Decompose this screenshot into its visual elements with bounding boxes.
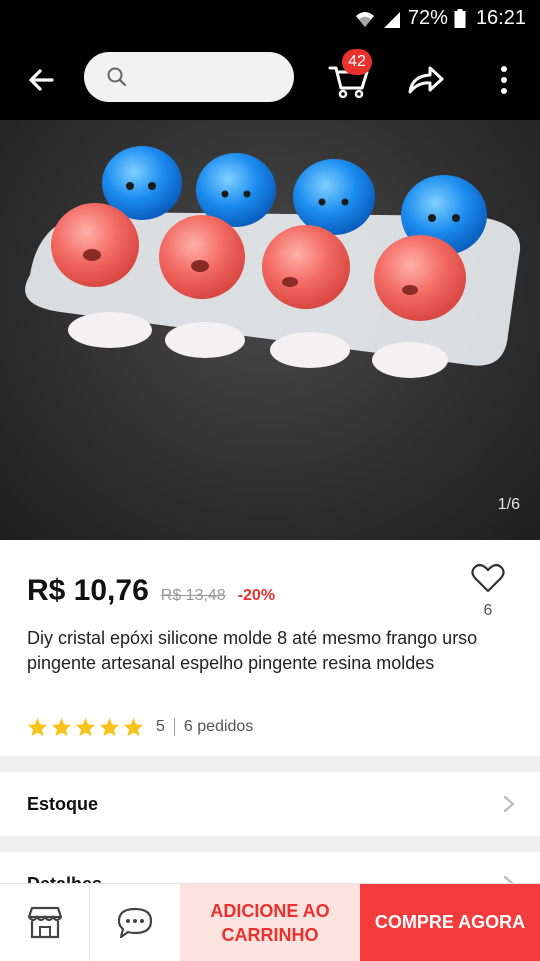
star-icon (99, 717, 120, 737)
orders-count: 6 pedidos (183, 718, 254, 735)
heart-icon (471, 563, 505, 593)
status-bar: 72% 16:21 (0, 0, 540, 38)
share-button[interactable] (404, 60, 448, 100)
wifi-icon (355, 11, 374, 27)
bottom-action-bar: ADICIONE AO CARRINHO COMPRE AGORA (0, 883, 540, 961)
buy-now-label: COMPRE AGORA (374, 912, 526, 932)
back-arrow-icon (29, 69, 54, 91)
rating-row[interactable]: 5 6 pedidos (27, 716, 253, 738)
star-icon (51, 717, 72, 737)
star-icon (75, 717, 96, 737)
rating-value: 5 (156, 718, 165, 735)
wishlist-button[interactable]: 6 (468, 560, 508, 624)
add-to-cart-label: ADICIONE AO CARRINHO (210, 900, 330, 945)
cell-signal-icon (383, 11, 400, 28)
discount-badge: -20% (237, 587, 276, 604)
current-price: R$ 10,76 (27, 574, 149, 607)
share-icon (408, 66, 444, 94)
chevron-right-icon (503, 875, 514, 883)
chat-button[interactable] (90, 884, 180, 961)
price-row: R$ 10,76 R$ 13,48 -20% (27, 574, 275, 608)
stock-row[interactable]: Estoque (0, 772, 540, 836)
store-icon (27, 906, 63, 939)
clock: 16:21 (475, 7, 526, 29)
star-rating (27, 717, 144, 737)
more-options-button[interactable] (490, 60, 518, 100)
image-counter: 1/6 (497, 496, 520, 513)
buy-now-button[interactable]: COMPRE AGORA (360, 884, 540, 961)
chevron-right-icon (503, 795, 515, 813)
search-icon (107, 67, 127, 87)
star-icon (27, 717, 48, 737)
product-image-gallery[interactable]: 1/6 (0, 120, 540, 540)
star-icon (123, 717, 144, 737)
details-row[interactable]: Detalhes (0, 852, 540, 883)
more-vertical-icon (501, 66, 507, 94)
section-separator (0, 836, 540, 852)
top-app-bar: 42 (0, 38, 540, 120)
search-input[interactable] (84, 52, 294, 102)
battery-icon (454, 8, 466, 28)
original-price: R$ 13,48 (160, 587, 226, 604)
back-button[interactable] (22, 60, 62, 100)
product-photo (25, 146, 521, 378)
wishlist-count: 6 (483, 602, 493, 619)
battery-percent: 72% (407, 7, 448, 29)
stock-label: Estoque (27, 794, 99, 814)
cart-count-badge: 42 (342, 49, 372, 75)
section-separator (0, 756, 540, 772)
product-title: Diy cristal epóxi silicone molde 8 até m… (27, 628, 478, 673)
chat-bubble-icon (117, 907, 153, 939)
add-to-cart-button[interactable]: ADICIONE AO CARRINHO (180, 884, 360, 961)
details-label: Detalhes (27, 874, 102, 883)
divider (173, 718, 175, 736)
store-button[interactable] (0, 884, 90, 961)
